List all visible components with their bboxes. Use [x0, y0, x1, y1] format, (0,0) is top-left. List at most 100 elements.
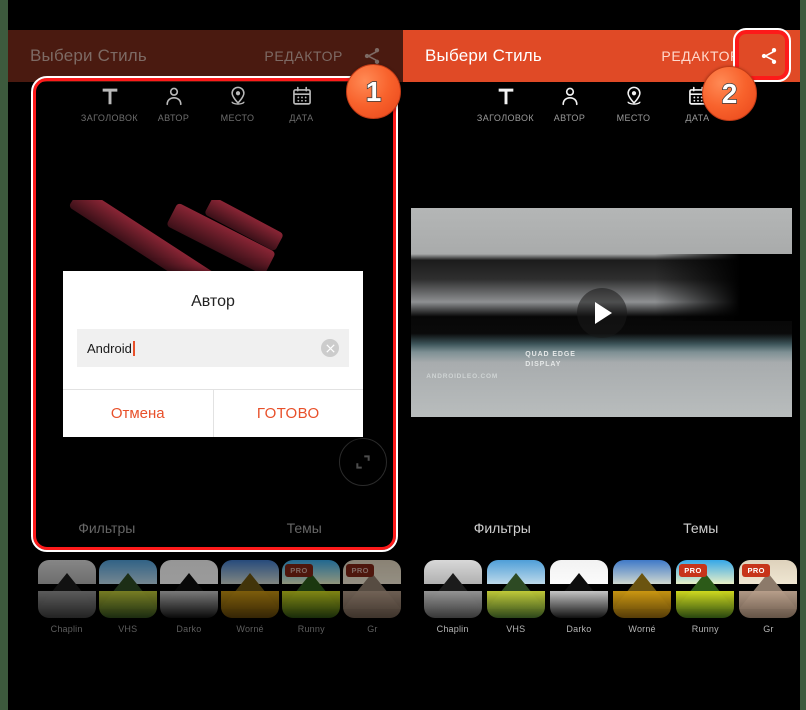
calendar-icon	[291, 84, 313, 108]
filter-thumbnail[interactable]	[486, 560, 545, 618]
share-icon	[761, 48, 777, 64]
thumb-trees	[739, 591, 798, 618]
play-button-icon[interactable]	[576, 287, 627, 338]
location-pin-icon	[227, 84, 249, 108]
dialog-actions: Отмена ГОТОВО	[63, 389, 363, 437]
dialog-done-button[interactable]: ГОТОВО	[214, 390, 364, 437]
video-overlay-line2: DISPLAY	[525, 361, 562, 369]
editor-label-left[interactable]: РЕДАКТОР	[264, 48, 343, 64]
screenshot-stage: Выбери Стиль РЕДАКТОР ЗАГОЛОВОК АВТОР МЕ…	[0, 0, 806, 710]
tool-title-label-right: ЗАГОЛОВОК	[476, 113, 535, 123]
filter-item[interactable]: VHS	[97, 560, 158, 634]
expand-fullscreen-icon	[356, 455, 370, 469]
filter-thumbnail[interactable]	[159, 560, 218, 618]
filter-thumbnail[interactable]: PRO	[739, 560, 798, 618]
filter-label: Darko	[566, 624, 592, 634]
filter-strip-right[interactable]: Chaplin VHS Darko Worné PRO Runny PRO Gr	[403, 560, 800, 634]
filter-item[interactable]: PRO Runny	[281, 560, 342, 634]
filter-label: VHS	[118, 624, 138, 634]
app-title-right: Выбери Стиль	[425, 46, 542, 65]
page-edge-right	[800, 0, 806, 710]
video-overlay-text: QUAD EDGE DISPLAY	[525, 350, 576, 370]
tool-author-right[interactable]: АВТОР	[538, 84, 602, 123]
editor-label-right[interactable]: РЕДАКТОР	[661, 48, 740, 64]
filter-thumbnail[interactable]	[37, 560, 96, 618]
tab-themes-left[interactable]: Темы	[206, 520, 404, 536]
filter-label: Gr	[367, 624, 378, 634]
filter-item[interactable]: VHS	[484, 560, 547, 634]
text-caret	[132, 340, 135, 356]
tool-place-left[interactable]: МЕСТО	[206, 84, 270, 123]
filter-thumbnail[interactable]	[423, 560, 482, 618]
author-dialog: Автор Android Отмена ГОТОВО	[63, 271, 363, 437]
filter-thumbnail[interactable]	[221, 560, 280, 618]
filter-item[interactable]: Chaplin	[421, 560, 484, 634]
filter-item[interactable]: Worné	[611, 560, 674, 634]
thumb-trees	[486, 591, 545, 618]
thumb-trees	[343, 591, 402, 618]
location-pin-icon	[623, 84, 645, 108]
tool-title-right[interactable]: ЗАГОЛОВОК	[474, 84, 538, 123]
filter-item[interactable]: Darko	[547, 560, 610, 634]
filter-label: Worné	[236, 624, 264, 634]
author-input-field[interactable]: Android	[77, 329, 349, 367]
panel-left: Выбери Стиль РЕДАКТОР ЗАГОЛОВОК АВТОР МЕ…	[8, 0, 403, 710]
preview-canvas-right[interactable]: QUAD EDGE DISPLAY ANDROIDLEO.COM	[403, 200, 800, 422]
step-badge-2-number: 2	[721, 77, 738, 110]
thumb-trees	[98, 591, 157, 618]
thumb-trees	[37, 591, 96, 618]
tool-author-label-right: АВТОР	[553, 113, 586, 123]
pro-badge: PRO	[285, 564, 313, 577]
appbar-left: Выбери Стиль РЕДАКТОР	[8, 30, 403, 82]
tool-place-label-right: МЕСТО	[616, 113, 651, 123]
tool-place-label-left: МЕСТО	[220, 113, 255, 123]
filter-thumbnail[interactable]	[98, 560, 157, 618]
filter-item[interactable]: Worné	[220, 560, 281, 634]
filter-thumbnail[interactable]: PRO	[676, 560, 735, 618]
dialog-cancel-button[interactable]: Отмена	[63, 390, 214, 437]
tab-filters-left[interactable]: Фильтры	[8, 520, 206, 536]
thumb-trees	[613, 591, 672, 618]
filter-item[interactable]: Chaplin	[36, 560, 97, 634]
filter-label: Darko	[176, 624, 202, 634]
filter-thumbnail[interactable]: PRO	[343, 560, 402, 618]
video-shadow	[654, 253, 792, 321]
filter-item[interactable]: PRO Gr	[737, 560, 800, 634]
tab-themes-right[interactable]: Темы	[602, 520, 801, 536]
pro-badge: PRO	[742, 564, 770, 577]
tool-date-left[interactable]: ДАТА	[270, 84, 334, 123]
thumb-trees	[423, 591, 482, 618]
play-triangle	[595, 301, 612, 324]
filter-thumbnail[interactable]	[549, 560, 608, 618]
filter-thumbnail[interactable]	[613, 560, 672, 618]
filter-thumbnail[interactable]: PRO	[282, 560, 341, 618]
tab-row-right: Фильтры Темы	[403, 520, 800, 536]
filter-item[interactable]: PRO Gr	[342, 560, 403, 634]
tab-filters-right[interactable]: Фильтры	[403, 520, 602, 536]
pro-badge: PRO	[679, 564, 707, 577]
dialog-title: Автор	[191, 293, 235, 310]
share-icon	[364, 48, 380, 64]
tool-date-label-left: ДАТА	[289, 113, 314, 123]
clear-circle-icon[interactable]	[321, 339, 339, 357]
filter-label: Chaplin	[436, 624, 469, 634]
tool-place-right[interactable]: МЕСТО	[602, 84, 666, 123]
person-icon	[559, 84, 581, 108]
author-input-value: Android	[87, 340, 132, 356]
app-title-left: Выбери Стиль	[30, 46, 147, 65]
thumb-trees	[676, 591, 735, 618]
thumb-trees	[282, 591, 341, 618]
filter-item[interactable]: Darko	[158, 560, 219, 634]
filter-label: VHS	[506, 624, 526, 634]
expand-button-left[interactable]	[339, 438, 387, 486]
filter-item[interactable]: PRO Runny	[674, 560, 737, 634]
video-watermark: ANDROIDLEO.COM	[426, 373, 499, 381]
video-overlay-line1: QUAD EDGE	[525, 351, 576, 359]
share-button-right[interactable]	[754, 41, 784, 71]
video-thumbnail[interactable]: QUAD EDGE DISPLAY ANDROIDLEO.COM	[411, 208, 792, 417]
tool-author-left[interactable]: АВТОР	[142, 84, 206, 123]
page-edge-left	[0, 0, 8, 710]
filter-strip-left[interactable]: Chaplin VHS Darko Worné PRO Runny PRO Gr	[8, 560, 403, 634]
tool-title-label-left: ЗАГОЛОВОК	[80, 113, 139, 123]
tool-title-left[interactable]: ЗАГОЛОВОК	[78, 84, 142, 123]
